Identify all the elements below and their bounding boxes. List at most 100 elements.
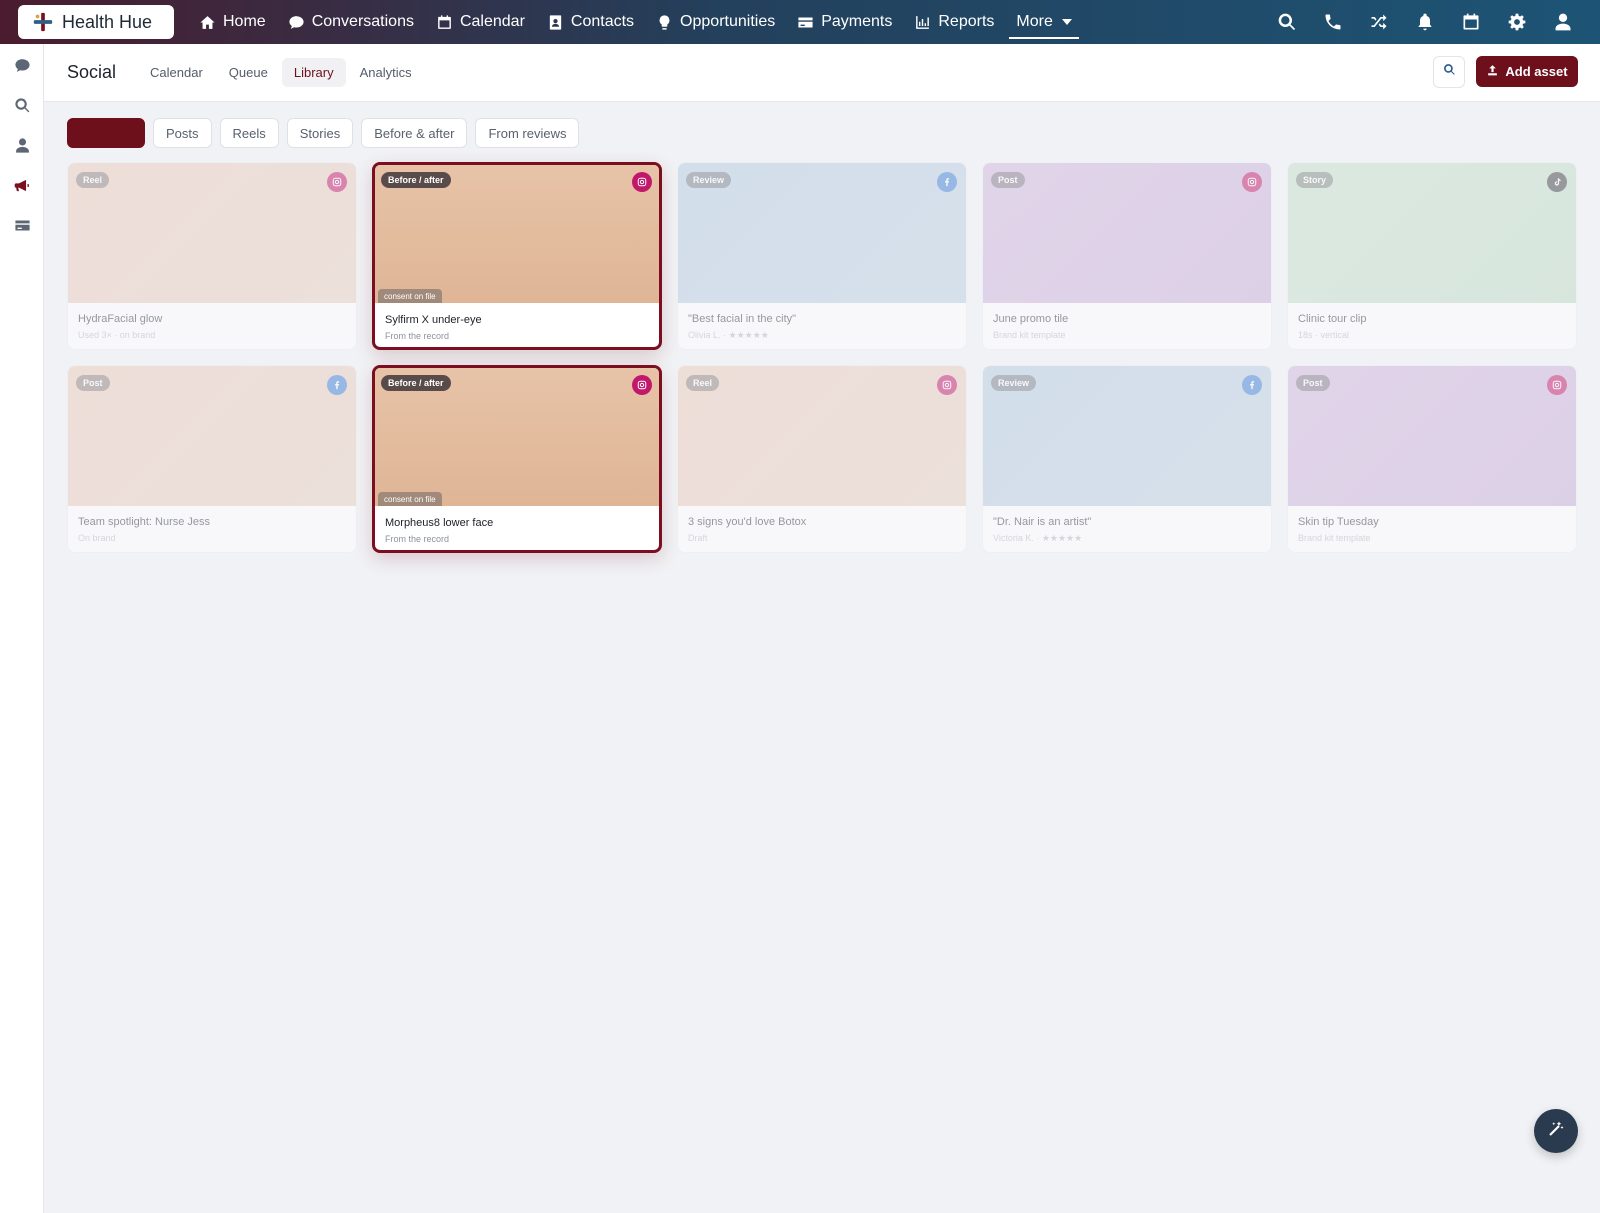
rail-conversations[interactable]	[0, 45, 44, 85]
card-icon	[14, 217, 31, 234]
asset-thumbnail: Reel	[678, 366, 966, 506]
rail-search[interactable]	[0, 85, 44, 125]
user-icon	[1553, 12, 1573, 32]
asset-card[interactable]: Post Team spotlight: Nurse Jess On brand	[67, 365, 357, 553]
brand-name: Health Hue	[62, 11, 153, 32]
filter-chip-before-after[interactable]: Before & after	[361, 118, 468, 148]
brand-logo-box[interactable]: Health Hue	[18, 5, 174, 39]
nav-more-menu[interactable]: More	[1005, 0, 1082, 44]
asset-type-tag: Post	[991, 172, 1025, 188]
settings-button[interactable]	[1494, 0, 1540, 44]
tab-library[interactable]: Library	[281, 58, 346, 87]
filter-chip-posts[interactable]: Posts	[153, 118, 212, 148]
asset-subtitle: Brand kit template	[993, 330, 1066, 340]
filter-chip-active[interactable]	[67, 118, 145, 148]
nav-conversations-label: Conversations	[311, 13, 414, 30]
facebook-icon	[327, 375, 347, 395]
asset-card[interactable]: Story Clinic tour clip 18s · vertical	[1287, 162, 1577, 350]
asset-meta: HydraFacial glow Used 3× · on brand	[68, 303, 356, 340]
asset-subtitle: From the record	[385, 331, 450, 341]
asset-subtitle: Used 3× · on brand	[78, 330, 156, 340]
appointments-button[interactable]	[1448, 0, 1494, 44]
asset-type-tag: Story	[1296, 172, 1334, 188]
asset-meta: Skin tip Tuesday Brand kit template	[1288, 506, 1576, 543]
tab-queue[interactable]: Queue	[217, 58, 280, 87]
bell-icon	[1415, 12, 1435, 32]
asset-meta: Morpheus8 lower face From the record	[375, 506, 659, 544]
chevron-down-icon	[1061, 19, 1072, 25]
instagram-icon	[937, 375, 957, 395]
asset-card[interactable]: Reel HydraFacial glow Used 3× · on brand	[67, 162, 357, 350]
nav-opportunities[interactable]: Opportunities	[645, 0, 786, 44]
asset-card[interactable]: Review "Dr. Nair is an artist" Victoria …	[982, 365, 1272, 553]
library-search-button[interactable]	[1433, 56, 1465, 88]
asset-meta: "Dr. Nair is an artist" Victoria K. · ★★…	[983, 506, 1271, 544]
nav-opportunities-label: Opportunities	[680, 13, 776, 30]
asset-card[interactable]: Review "Best facial in the city" Olivia …	[677, 162, 967, 350]
social-subheader: Social Calendar Queue Library Analytics …	[44, 44, 1600, 102]
ai-assistant-fab[interactable]	[1534, 1109, 1578, 1153]
asset-card-selected[interactable]: Before / after consent on file Sylfirm X…	[372, 162, 662, 350]
asset-thumbnail: Post	[1288, 366, 1576, 506]
asset-filter-chips: Posts Reels Stories Before & after From …	[67, 118, 580, 148]
consent-badge: consent on file	[378, 289, 442, 303]
rail-payments[interactable]	[0, 205, 44, 245]
filter-chip-reels[interactable]: Reels	[219, 118, 279, 148]
asset-thumbnail: Review	[983, 366, 1271, 506]
asset-card[interactable]: Post June promo tile Brand kit template	[982, 162, 1272, 350]
asset-card[interactable]: Post Skin tip Tuesday Brand kit template	[1287, 365, 1577, 553]
rail-contacts[interactable]	[0, 125, 44, 165]
tab-analytics[interactable]: Analytics	[348, 58, 424, 87]
asset-subtitle: 18s · vertical	[1298, 330, 1350, 340]
asset-type-tag: Post	[76, 375, 110, 391]
filter-chip-stories[interactable]: Stories	[286, 118, 354, 148]
credit-card-icon	[797, 14, 814, 31]
asset-thumbnail: Post	[983, 163, 1271, 303]
nav-reports[interactable]: Reports	[903, 0, 1005, 44]
phone-button[interactable]	[1310, 0, 1356, 44]
nav-calendar-label: Calendar	[459, 13, 525, 30]
lightbulb-icon	[656, 14, 673, 31]
asset-card[interactable]: Reel 3 signs you'd love Botox Draft	[677, 365, 967, 553]
nav-conversations[interactable]: Conversations	[277, 0, 425, 44]
profile-button[interactable]	[1540, 0, 1586, 44]
search-icon	[1443, 63, 1456, 81]
nav-home-label: Home	[223, 13, 266, 30]
asset-subtitle: On brand	[78, 533, 116, 543]
notifications-button[interactable]	[1402, 0, 1448, 44]
tab-calendar[interactable]: Calendar	[138, 58, 215, 87]
nav-home[interactable]: Home	[188, 0, 277, 44]
asset-card-selected[interactable]: Before / after consent on file Morpheus8…	[372, 365, 662, 553]
asset-library-grid: Reel HydraFacial glow Used 3× · on brand…	[67, 162, 1579, 553]
workflow-shuffle-button[interactable]	[1356, 0, 1402, 44]
add-asset-button[interactable]: Add asset	[1476, 56, 1578, 87]
asset-meta: Sylfirm X under-eye From the record	[375, 303, 659, 341]
facebook-icon	[937, 172, 957, 192]
rail-social-marketing[interactable]	[0, 165, 44, 205]
asset-title: Clinic tour clip	[1298, 313, 1367, 325]
asset-subtitle: Brand kit template	[1298, 533, 1371, 543]
calendar-icon	[436, 14, 453, 31]
nav-payments-label: Payments	[821, 13, 893, 30]
filter-chip-from-reviews[interactable]: From reviews	[475, 118, 580, 148]
asset-subtitle: Draft	[688, 533, 708, 543]
search-icon	[1277, 12, 1297, 32]
asset-title: "Dr. Nair is an artist"	[993, 516, 1092, 528]
asset-meta: June promo tile Brand kit template	[983, 303, 1271, 340]
consent-badge: consent on file	[378, 492, 442, 506]
tiktok-icon	[1547, 172, 1567, 192]
nav-contacts[interactable]: Contacts	[536, 0, 645, 44]
bar-chart-icon	[914, 14, 931, 31]
nav-payments[interactable]: Payments	[786, 0, 903, 44]
asset-thumbnail: Before / after consent on file	[375, 165, 659, 303]
top-navigation: Health Hue Home Conversations Calendar C…	[0, 0, 1600, 44]
asset-meta: 3 signs you'd love Botox Draft	[678, 506, 966, 543]
asset-type-tag: Review	[686, 172, 732, 188]
shuffle-icon	[1369, 12, 1389, 32]
nav-calendar[interactable]: Calendar	[425, 0, 536, 44]
page-title: Social	[67, 62, 117, 82]
asset-thumbnail: Story	[1288, 163, 1576, 303]
global-search-button[interactable]	[1264, 0, 1310, 44]
nav-reports-label: Reports	[938, 13, 995, 30]
upload-icon	[1486, 64, 1499, 80]
